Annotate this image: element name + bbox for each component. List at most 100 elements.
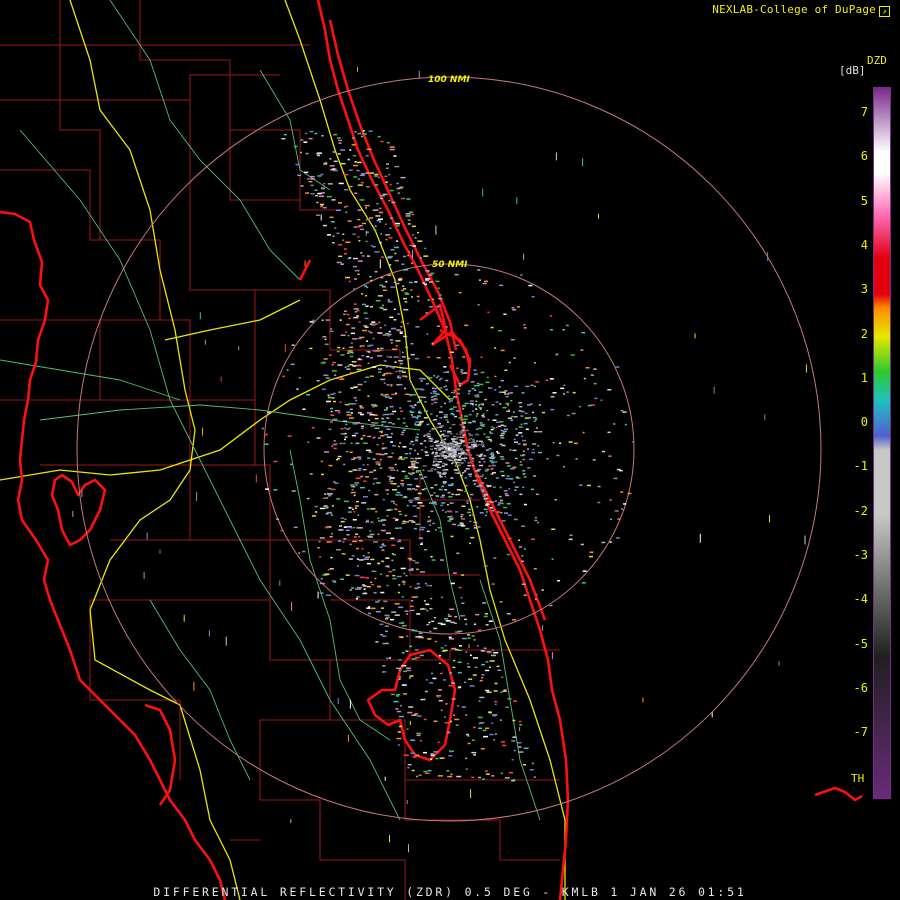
radar-return [476, 413, 479, 415]
radar-return [387, 372, 393, 375]
radar-return [379, 347, 384, 350]
radar-return [412, 468, 415, 471]
radar-return [400, 483, 405, 485]
radar-return [406, 635, 409, 637]
radar-return [453, 469, 458, 471]
highway-lines [0, 0, 566, 900]
radar-return [504, 390, 508, 392]
radar-return [362, 130, 365, 132]
radar-return [447, 613, 450, 616]
radar-return [490, 326, 494, 329]
radar-return [415, 326, 420, 328]
radar-return [357, 565, 359, 567]
radar-return [337, 346, 341, 349]
radar-return [479, 464, 483, 467]
radar-return [468, 413, 472, 416]
radar-return [378, 464, 381, 466]
radar-return [360, 181, 364, 184]
radar-return [354, 278, 357, 280]
radar-return [419, 654, 424, 657]
radar-return [357, 132, 362, 135]
radar-return [396, 240, 399, 242]
radar-return [481, 442, 484, 444]
radar-return [441, 502, 446, 504]
radar-return [449, 398, 454, 400]
radar-return [432, 522, 436, 525]
radar-return [340, 162, 346, 165]
radar-return [503, 506, 508, 509]
radar-return [467, 439, 470, 441]
radar-return [388, 478, 391, 480]
radar-return [477, 716, 483, 719]
radar-return [412, 488, 415, 490]
radar-return [430, 272, 435, 275]
radar-return [352, 155, 356, 157]
radar-return [415, 436, 419, 439]
range-ring-label-100: 100 NMI [428, 75, 470, 85]
radar-return [411, 499, 414, 502]
radar-return [327, 183, 333, 185]
radar-return [411, 463, 416, 465]
radar-return [380, 529, 386, 532]
radar-return [473, 521, 478, 524]
radar-return [501, 432, 505, 435]
radar-return [362, 133, 367, 135]
radar-return [450, 773, 453, 776]
radar-return [551, 528, 556, 530]
radar-return [410, 752, 416, 754]
radar-return [290, 819, 292, 824]
radar-return [506, 553, 510, 556]
radar-return [483, 455, 487, 457]
radar-return [369, 530, 372, 532]
radar-return [478, 440, 483, 443]
radar-return [437, 426, 439, 429]
radar-return [388, 199, 391, 202]
radar-return [309, 175, 315, 178]
radar-return [333, 440, 336, 442]
radar-return [557, 580, 561, 582]
radar-return [503, 425, 507, 427]
radar-return [368, 330, 371, 332]
radar-return [381, 421, 387, 423]
radar-return [353, 164, 359, 167]
radar-return [395, 345, 398, 347]
radar-return [492, 464, 494, 467]
radar-return [408, 844, 409, 853]
radar-return [361, 255, 365, 257]
radar-return [349, 699, 351, 709]
radar-return [370, 279, 373, 282]
radar-return [550, 408, 555, 411]
radar-return [624, 423, 627, 426]
radar-return [382, 665, 386, 667]
radar-return [401, 665, 407, 667]
radar-map[interactable]: 100 NMI 50 NMI [0, 0, 900, 900]
radar-return [546, 458, 549, 460]
radar-return [338, 202, 342, 204]
radar-return [338, 255, 343, 258]
radar-return [414, 478, 419, 480]
radar-return [504, 369, 508, 371]
radar-return [406, 322, 409, 325]
radar-return [388, 570, 393, 573]
radar-return [433, 458, 438, 460]
radar-return [370, 244, 373, 247]
radar-return [479, 696, 485, 699]
radar-return [457, 459, 462, 461]
radar-return [397, 192, 400, 194]
radar-return [319, 507, 325, 510]
radar-return [428, 281, 433, 283]
radar-return [460, 457, 465, 460]
radar-return [385, 181, 388, 183]
radar-return [389, 183, 392, 186]
radar-return [351, 144, 356, 146]
radar-return [498, 425, 502, 428]
radar-return [518, 539, 521, 541]
radar-return [502, 406, 507, 409]
radar-return [340, 578, 345, 580]
radar-return [317, 547, 320, 549]
radar-return [469, 421, 472, 424]
radar-return [415, 636, 421, 638]
radar-return [352, 508, 354, 510]
radar-return [434, 398, 438, 401]
radar-return [491, 461, 495, 464]
